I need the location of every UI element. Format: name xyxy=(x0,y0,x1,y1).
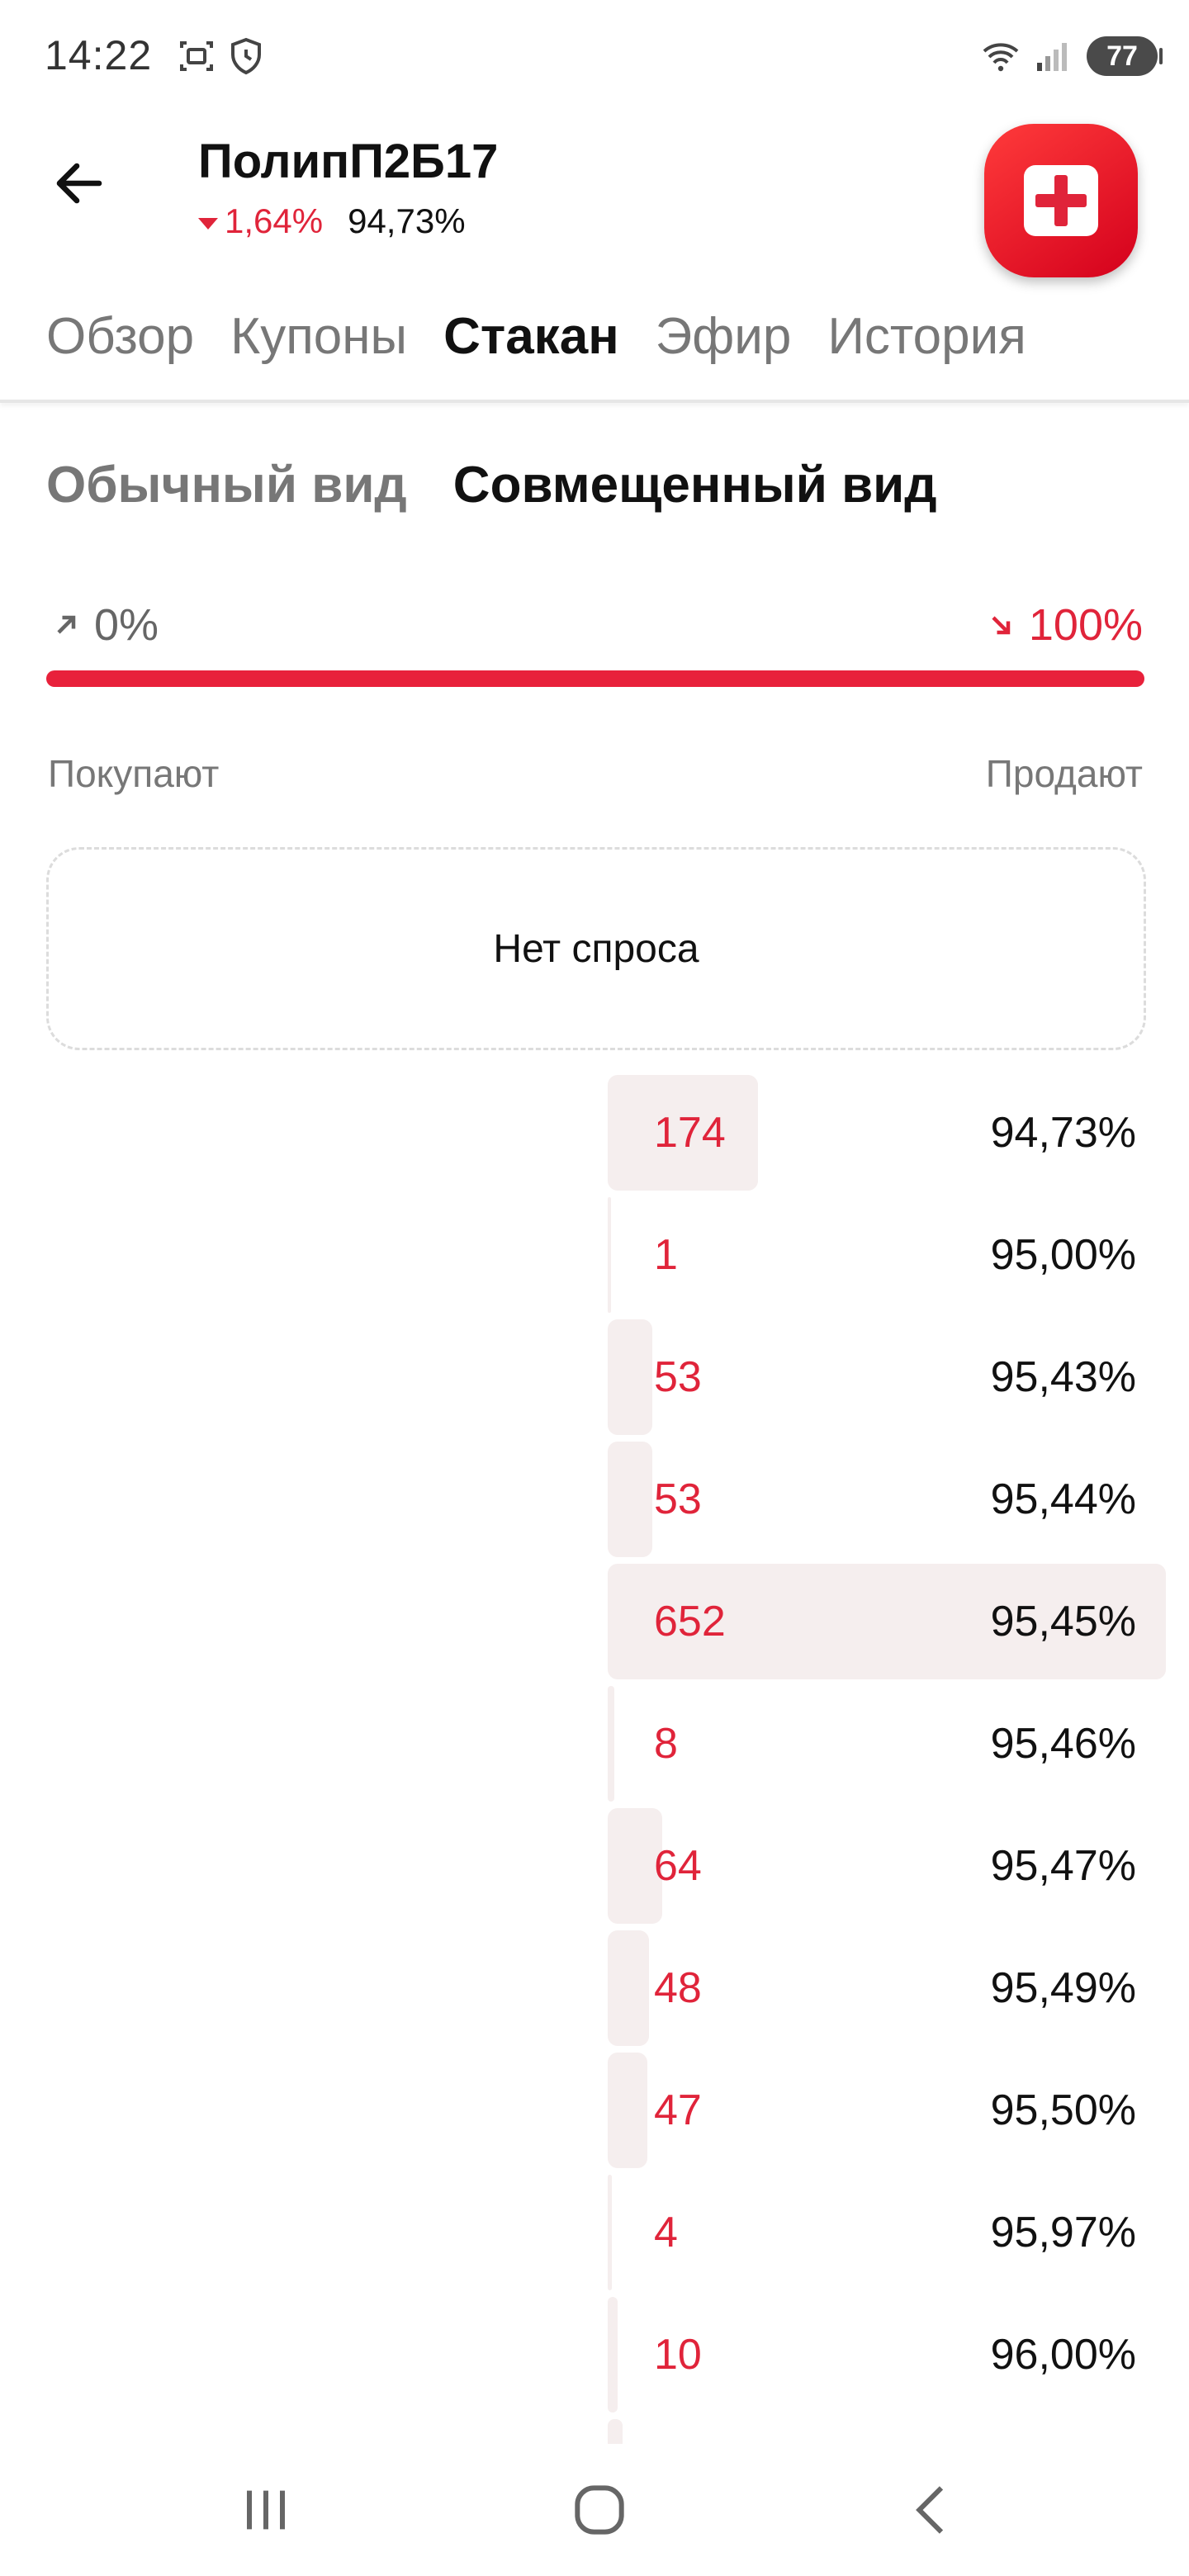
view-combined[interactable]: Совмещенный вид xyxy=(453,456,937,514)
view-regular[interactable]: Обычный вид xyxy=(46,456,407,514)
triangle-down-icon xyxy=(198,218,218,230)
buy-column-label: Покупают xyxy=(48,752,220,795)
volume-bar xyxy=(608,1930,649,2046)
home-icon xyxy=(575,2485,624,2535)
recent-apps-button[interactable] xyxy=(233,2477,299,2543)
ask-quantity: 10 xyxy=(654,2331,702,2379)
screenshot-icon xyxy=(177,36,216,76)
tab-order-book[interactable]: Стакан xyxy=(443,307,619,366)
add-app-button[interactable] xyxy=(984,124,1138,277)
tabs-divider xyxy=(0,400,1189,403)
ask-price: 95,44% xyxy=(990,1475,1136,1523)
volume-bar xyxy=(608,1197,611,1313)
ask-row[interactable]: 47 95,50% xyxy=(608,2053,1166,2168)
ask-row[interactable]: 1 95,00% xyxy=(608,1197,1166,1313)
ask-row[interactable]: 4 95,97% xyxy=(608,2175,1166,2290)
volume-bar xyxy=(608,1442,652,1557)
volume-bar xyxy=(608,2175,612,2290)
ask-row[interactable]: 64 95,47% xyxy=(608,1808,1166,1924)
view-switch: Обычный вид Совмещенный вид xyxy=(46,456,937,514)
back-nav-button[interactable] xyxy=(900,2477,966,2543)
ask-quantity: 4 xyxy=(654,2209,678,2256)
ask-quantity: 47 xyxy=(654,2086,702,2134)
no-demand-box: Нет спроса xyxy=(46,847,1146,1050)
arrow-up-right-icon xyxy=(57,615,76,634)
ask-quantity: 53 xyxy=(654,1353,702,1401)
ask-price: 95,49% xyxy=(990,1964,1136,2012)
back-button[interactable] xyxy=(50,154,109,213)
battery-indicator: 77 xyxy=(1087,36,1163,76)
tab-coupons[interactable]: Купоны xyxy=(230,307,407,366)
recent-apps-icon xyxy=(247,2490,285,2530)
volume-bar xyxy=(608,2297,618,2413)
ask-row[interactable]: 53 95,44% xyxy=(608,1442,1166,1557)
ask-price: 95,46% xyxy=(990,1720,1136,1768)
ask-quantity: 64 xyxy=(654,1842,702,1890)
buy-ratio-value: 0% xyxy=(94,600,159,650)
status-time: 14:22 xyxy=(45,32,153,78)
ask-price: 95,97% xyxy=(990,2209,1136,2256)
ask-price: 96,00% xyxy=(990,2331,1136,2379)
instrument-title: ПолипП2Б17 xyxy=(198,135,499,188)
ask-price: 95,43% xyxy=(990,1353,1136,1401)
ask-price: 95,47% xyxy=(990,1842,1136,1890)
status-bar: 14:22 77 xyxy=(0,0,1189,116)
current-price: 94,73% xyxy=(348,201,466,240)
ask-quantity: 174 xyxy=(654,1109,726,1157)
ask-row[interactable]: 174 94,73% xyxy=(608,1075,1166,1191)
sell-ratio-value: 100% xyxy=(1028,600,1143,650)
buy-ratio: 0% xyxy=(51,599,159,651)
price-change-value: 1,64% xyxy=(225,201,324,240)
home-button[interactable] xyxy=(566,2477,632,2543)
ask-quantity: 8 xyxy=(654,1720,678,1768)
tab-overview[interactable]: Обзор xyxy=(46,307,194,366)
arrow-left-icon xyxy=(56,163,102,204)
ask-quantity: 53 xyxy=(654,1475,702,1523)
ask-quantity: 652 xyxy=(654,1598,726,1646)
no-demand-text: Нет спроса xyxy=(493,926,699,971)
signal-icon xyxy=(1032,36,1072,76)
ask-row[interactable]: 53 95,43% xyxy=(608,1319,1166,1435)
ask-row[interactable]: 10 96,00% xyxy=(608,2297,1166,2413)
ask-quantity: 48 xyxy=(654,1964,702,2012)
ask-price: 95,50% xyxy=(990,2086,1136,2134)
ask-quantity: 1 xyxy=(654,1231,678,1279)
wifi-icon xyxy=(981,36,1021,76)
sell-ratio: 100% xyxy=(986,599,1143,651)
volume-bar xyxy=(608,2419,623,2444)
ask-price: 94,73% xyxy=(990,1109,1136,1157)
ask-row[interactable]: 48 95,49% xyxy=(608,1930,1166,2046)
ask-row[interactable]: 652 95,45% xyxy=(608,1564,1166,1679)
ratio-bar xyxy=(46,670,1144,687)
volume-bar xyxy=(608,1319,652,1435)
arrow-down-right-icon xyxy=(992,616,1011,635)
tab-bar: Обзор Купоны Стакан Эфир История xyxy=(46,307,1026,366)
volume-bar xyxy=(608,2053,647,2168)
ask-price: 95,00% xyxy=(990,1231,1136,1279)
tab-feed[interactable]: Эфир xyxy=(656,307,792,366)
ask-row[interactable]: 8 95,46% xyxy=(608,1686,1166,1802)
volume-bar xyxy=(608,1686,614,1802)
price-change: 1,64% xyxy=(198,201,323,241)
shield-clock-icon xyxy=(226,36,266,76)
ask-price: 95,45% xyxy=(990,1598,1136,1646)
sell-column-label: Продают xyxy=(985,752,1143,795)
chevron-left-icon xyxy=(916,2486,944,2534)
instrument-subtitle: 1,64% 94,73% xyxy=(198,201,466,241)
tab-history[interactable]: История xyxy=(827,307,1026,366)
